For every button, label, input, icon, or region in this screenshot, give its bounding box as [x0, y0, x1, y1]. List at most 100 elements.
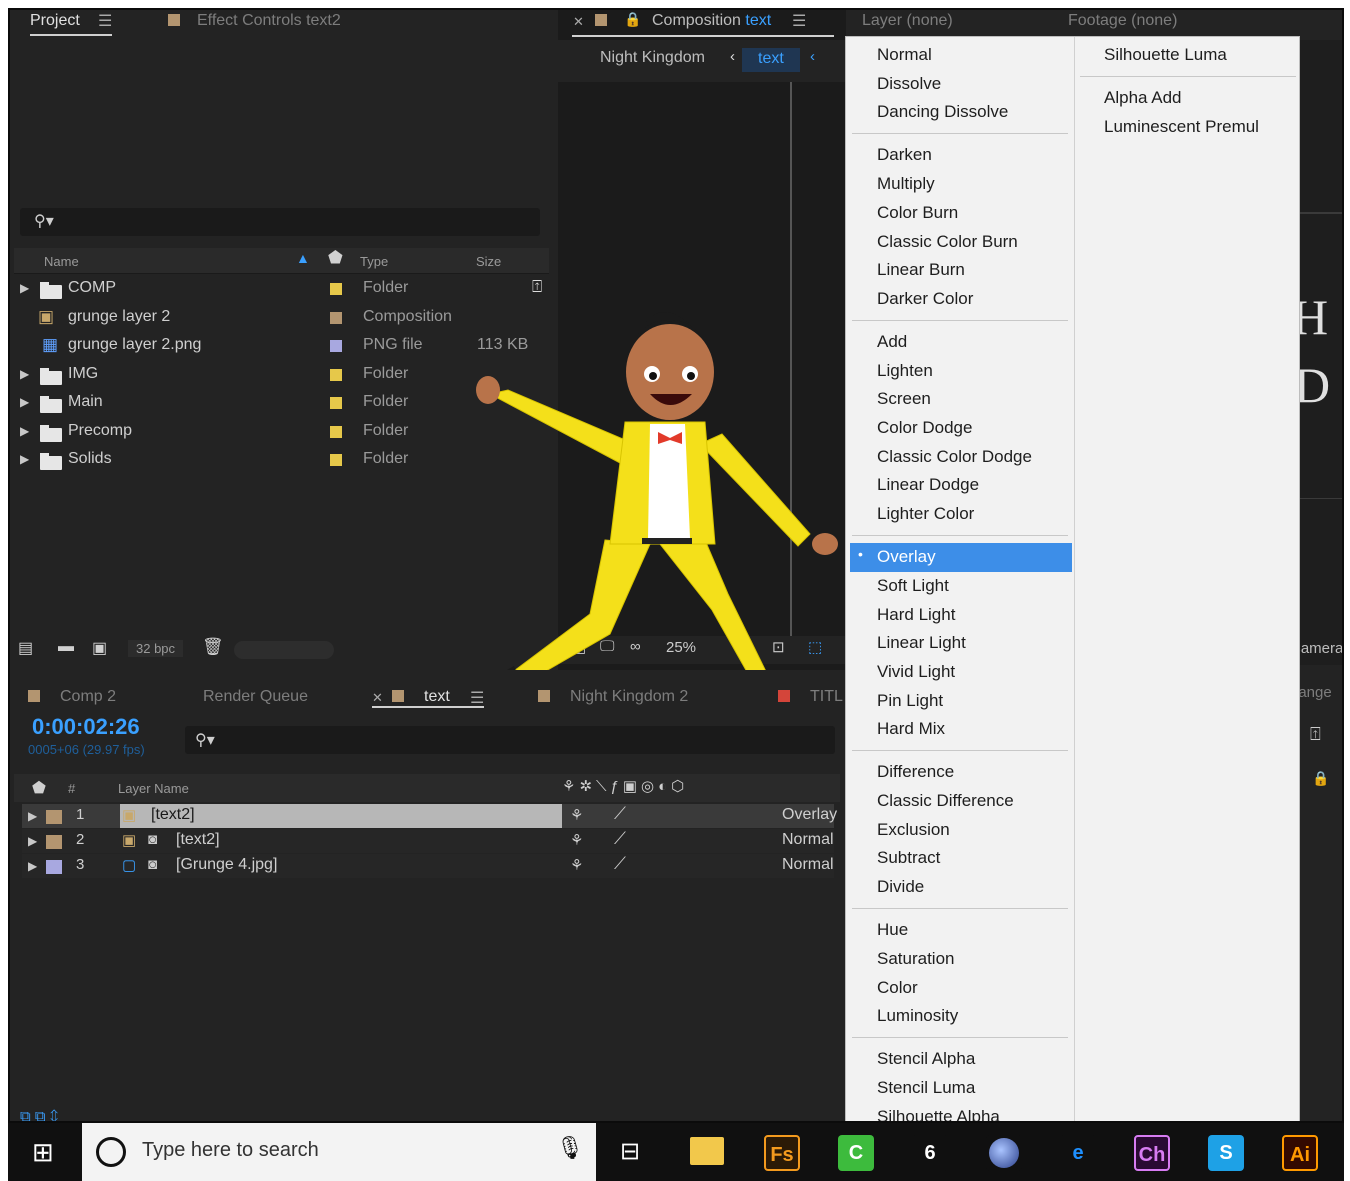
quality-switch-icon[interactable]: ⟋: [614, 804, 626, 824]
column-layer-name[interactable]: Layer Name: [118, 781, 189, 796]
lock-icon[interactable]: 🔒: [624, 11, 641, 28]
file-explorer-icon[interactable]: [690, 1137, 724, 1165]
blend-mode-item[interactable]: Linear Burn: [877, 260, 965, 280]
close-icon[interactable]: ✕: [573, 14, 584, 30]
blend-mode-item[interactable]: Soft Light: [877, 576, 949, 596]
shy-switch-icon[interactable]: ⚘: [570, 831, 583, 849]
blend-mode-item[interactable]: Alpha Add: [1104, 88, 1182, 108]
blend-mode-item[interactable]: Add: [877, 332, 907, 352]
composition-menu-icon[interactable]: ☰: [792, 11, 806, 31]
expand-triangle-icon[interactable]: ▶: [28, 809, 37, 823]
project-item[interactable]: ▶ IMG Folder: [14, 362, 528, 388]
label-tag-icon[interactable]: ⬟: [328, 248, 343, 268]
breadcrumb-night-kingdom[interactable]: Night Kingdom: [600, 49, 705, 67]
blend-mode-item[interactable]: Dancing Dissolve: [877, 102, 1008, 122]
blend-mode-item[interactable]: Silhouette Alpha: [877, 1107, 1000, 1121]
label-swatch[interactable]: [330, 454, 342, 466]
close-icon[interactable]: ✕: [372, 690, 383, 706]
layer-blend-mode[interactable]: Overlay: [782, 806, 837, 824]
sort-ascending-icon[interactable]: ▲: [296, 250, 310, 266]
skype-icon[interactable]: S: [1208, 1135, 1244, 1171]
column-size[interactable]: Size: [476, 254, 501, 269]
blend-mode-item[interactable]: Lighten: [877, 361, 933, 381]
blend-mode-item[interactable]: Color Burn: [877, 203, 958, 223]
tab-effect-controls[interactable]: Effect Controls text2: [197, 12, 341, 30]
blend-mode-item[interactable]: Exclusion: [877, 820, 950, 840]
layer-name[interactable]: [text2]: [176, 831, 220, 849]
label-swatch[interactable]: [46, 810, 62, 824]
blend-mode-item[interactable]: Pin Light: [877, 691, 943, 711]
trash-icon[interactable]: 🗑: [202, 637, 224, 657]
project-item[interactable]: ▶ COMP Folder ⍐: [14, 276, 542, 302]
label-swatch[interactable]: [330, 425, 342, 438]
quality-switch-icon[interactable]: ⟋: [614, 854, 626, 874]
timeline-tab[interactable]: TITL: [810, 688, 843, 706]
project-item[interactable]: ▶ Main Folder: [14, 390, 528, 416]
layer-name[interactable]: [Grunge 4.jpg]: [176, 856, 277, 874]
taskbar-search-box[interactable]: Type here to search 🎙: [82, 1123, 596, 1181]
comp-mini-flowchart-icon[interactable]: ⧉ ⧉ ⇕: [20, 1108, 58, 1121]
project-item[interactable]: ▣ grunge layer 2 Composition: [14, 305, 528, 331]
breadcrumb-text-active[interactable]: text: [742, 48, 800, 72]
blend-mode-item[interactable]: Luminescent Premul: [1104, 117, 1259, 137]
column-type[interactable]: Type: [360, 254, 388, 269]
expand-triangle-icon[interactable]: ▶: [20, 452, 29, 466]
blend-mode-item[interactable]: Color Dodge: [877, 418, 972, 438]
blend-mode-item[interactable]: Silhouette Luma: [1104, 45, 1227, 65]
blend-mode-item[interactable]: Classic Color Burn: [877, 232, 1018, 252]
blend-mode-item[interactable]: Hue: [877, 920, 908, 940]
blend-mode-item[interactable]: Saturation: [877, 949, 955, 969]
blend-mode-item[interactable]: Lighter Color: [877, 504, 974, 524]
character-animator-icon[interactable]: Ch: [1134, 1135, 1170, 1171]
timeline-tab[interactable]: Render Queue: [203, 688, 308, 706]
new-folder-icon[interactable]: ▬: [58, 638, 74, 656]
expand-triangle-icon[interactable]: ▶: [28, 859, 37, 873]
label-swatch[interactable]: [46, 835, 62, 849]
switches-icons[interactable]: ⚘✲⟍ƒ▣◎◐⬡: [562, 777, 688, 795]
blend-mode-item[interactable]: Color: [877, 978, 918, 998]
tab-footage[interactable]: Footage (none): [1068, 12, 1177, 30]
project-search-input[interactable]: ⚲▾: [20, 208, 540, 236]
blend-mode-item[interactable]: Normal: [877, 45, 932, 65]
project-item[interactable]: ▶ Solids Folder: [14, 447, 528, 473]
timeline-layer-row[interactable]: ▶ 1 ▣ [text2] ⚘ ⟋ Overlay: [22, 804, 837, 828]
fuse-icon[interactable]: Fs: [764, 1135, 800, 1171]
label-swatch[interactable]: [330, 311, 342, 324]
expand-triangle-icon[interactable]: ▶: [20, 424, 29, 438]
blend-mode-item[interactable]: Multiply: [877, 174, 935, 194]
interpret-footage-icon[interactable]: ▤: [18, 638, 33, 658]
project-item[interactable]: ▦ grunge layer 2.png PNG file 113 KB: [14, 333, 528, 359]
layer-blend-mode[interactable]: Normal: [782, 856, 834, 874]
tab-composition[interactable]: Composition text: [652, 12, 771, 30]
tab-project[interactable]: Project: [30, 12, 80, 30]
cinema-4d-icon[interactable]: [986, 1135, 1022, 1171]
lock-icon[interactable]: 🔒: [1312, 770, 1329, 787]
layer-name[interactable]: [text2]: [151, 806, 195, 824]
timeline-tab[interactable]: Night Kingdom 2: [570, 688, 688, 706]
current-time[interactable]: 0:00:02:26: [32, 714, 140, 740]
collapse-transform-icon[interactable]: ◙: [148, 831, 157, 848]
blend-mode-item[interactable]: Dissolve: [877, 74, 941, 94]
panel-menu-icon[interactable]: ☰: [470, 688, 484, 708]
illustrator-icon[interactable]: Ai: [1282, 1135, 1318, 1171]
label-swatch[interactable]: [330, 283, 342, 295]
windows-start-icon[interactable]: ⊞: [32, 1137, 54, 1168]
blend-mode-item[interactable]: Linear Dodge: [877, 475, 979, 495]
new-composition-icon[interactable]: ▣: [92, 638, 107, 658]
project-item[interactable]: ▶ Precomp Folder: [14, 419, 528, 445]
expand-triangle-icon[interactable]: ▶: [20, 367, 29, 381]
layer-blend-mode[interactable]: Normal: [782, 831, 834, 849]
blend-mode-item[interactable]: Classic Difference: [877, 791, 1014, 811]
timeline-layer-row[interactable]: ▶ 3 ▢ ◙ [Grunge 4.jpg] ⚘ ⟋ Normal: [22, 854, 834, 878]
blend-mode-item[interactable]: Linear Light: [877, 633, 966, 653]
timeline-search-input[interactable]: ⚲▾: [185, 726, 835, 754]
tab-layer[interactable]: Layer (none): [862, 12, 953, 30]
cinema-4d-flame-icon[interactable]: 6: [912, 1135, 948, 1171]
blend-mode-item[interactable]: Hard Mix: [877, 719, 945, 739]
blend-mode-item[interactable]: Vivid Light: [877, 662, 955, 682]
microphone-icon[interactable]: 🎙: [556, 1135, 584, 1161]
task-view-icon[interactable]: ⊟: [620, 1137, 640, 1166]
label-swatch[interactable]: [330, 368, 342, 381]
blend-mode-item[interactable]: Stencil Luma: [877, 1078, 975, 1098]
label-swatch[interactable]: [330, 340, 342, 352]
